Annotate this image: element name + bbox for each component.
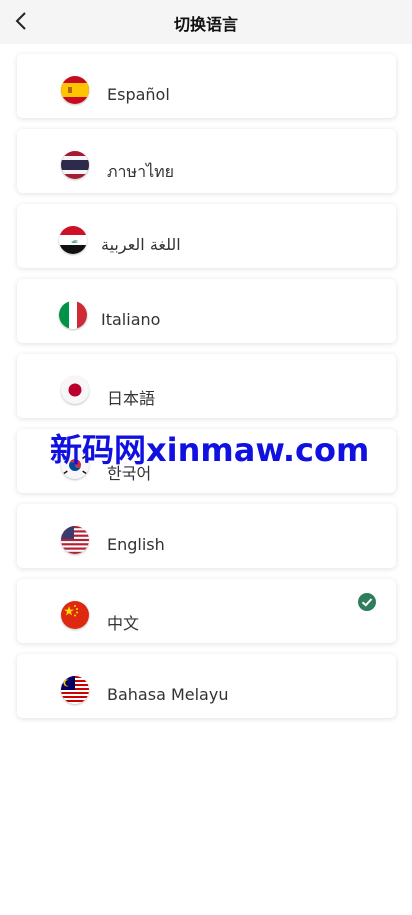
language-label: Español [107, 85, 170, 104]
language-label: اللغة العربية [101, 235, 181, 254]
language-label: ภาษาไทย [107, 162, 175, 181]
language-option-thai[interactable]: ภาษาไทย [17, 129, 396, 193]
language-label: Italiano [101, 310, 161, 329]
language-option-english[interactable]: English [17, 504, 396, 568]
language-option-chinese[interactable]: 中文 [17, 579, 396, 643]
selected-check-icon [358, 593, 376, 611]
spain-flag-icon [61, 76, 89, 104]
malaysia-flag-icon [61, 676, 89, 704]
language-option-japanese[interactable]: 日本語 [17, 354, 396, 418]
iraq-flag-icon: ﷲ [59, 226, 87, 254]
language-option-italian[interactable]: Italiano [17, 279, 396, 343]
language-option-spanish[interactable]: Español [17, 54, 396, 118]
italy-flag-icon [59, 301, 87, 329]
app-header: 切换语言 [0, 0, 412, 44]
language-label: Bahasa Melayu [107, 685, 229, 704]
page-title: 切换语言 [173, 15, 238, 34]
language-option-arabic[interactable]: ﷲ اللغة العربية [17, 204, 396, 268]
usa-flag-icon [61, 526, 89, 554]
china-flag-icon [61, 601, 89, 629]
thailand-flag-icon [61, 151, 89, 179]
japan-flag-icon [61, 376, 89, 404]
language-label: English [107, 535, 165, 554]
language-list: Español ภาษาไทย ﷲ اللغة العربية Italiano… [17, 54, 396, 729]
language-option-malay[interactable]: Bahasa Melayu [17, 654, 396, 718]
watermark-text: 新码网xinmaw.com [50, 431, 370, 469]
language-label: 中文 [107, 614, 140, 633]
language-label: 日本語 [107, 389, 156, 408]
